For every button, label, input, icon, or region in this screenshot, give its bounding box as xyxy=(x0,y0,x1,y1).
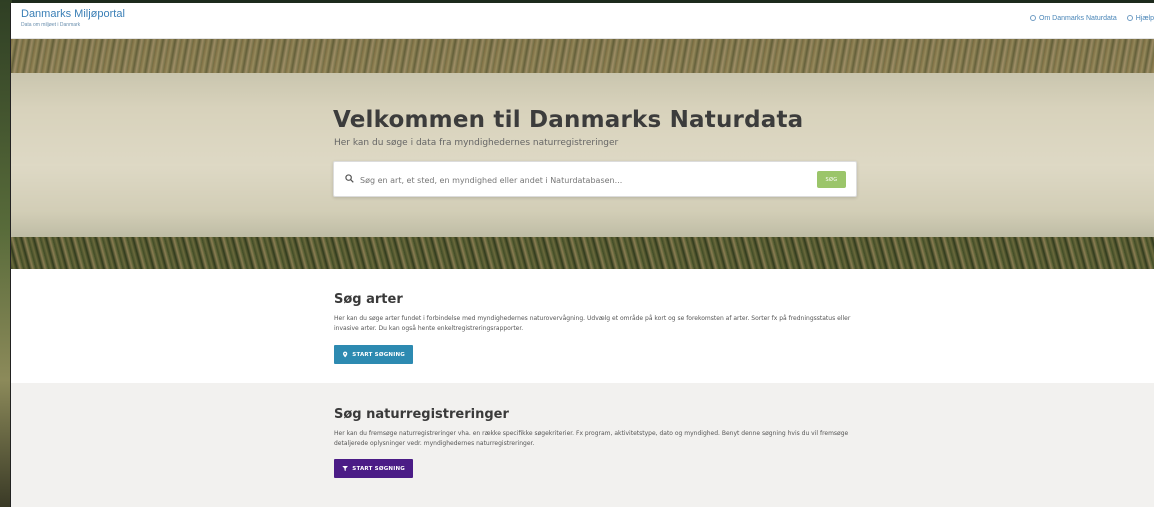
button-label: START SØGNING xyxy=(352,351,405,358)
section-search-species: Søg arter Her kan du søge arter fundet i… xyxy=(11,269,1154,383)
browser-page: Danmarks Miljøportal Data om miljøet i D… xyxy=(10,3,1154,507)
search-input[interactable] xyxy=(360,170,800,190)
nav-about-label: Om Danmarks Naturdata xyxy=(1038,15,1117,22)
nav-about[interactable]: Om Danmarks Naturdata xyxy=(1029,15,1117,22)
section-description: Her kan du søge arter fundet i forbindel… xyxy=(334,315,851,332)
section-title: Søg naturregistreringer xyxy=(334,407,509,422)
help-icon xyxy=(1126,15,1133,21)
site-tagline: Data om miljøet i Danmark xyxy=(21,22,81,28)
start-species-search-button[interactable]: START SØGNING xyxy=(334,345,413,364)
hero-banner: Velkommen til Danmarks Naturdata Her kan… xyxy=(11,39,1154,269)
section-description: Her kan du fremsøge naturregistreringer … xyxy=(334,430,849,447)
site-header: Danmarks Miljøportal Data om miljøet i D… xyxy=(11,3,1154,39)
search-bar: SØG xyxy=(333,161,857,197)
map-pin-icon xyxy=(343,351,348,358)
section-title: Søg arter xyxy=(334,292,403,307)
top-navigation: Om Danmarks Naturdata Hjælp xyxy=(1022,15,1154,22)
nav-help[interactable]: Hjælp xyxy=(1126,15,1154,22)
nav-help-label: Hjælp xyxy=(1135,15,1154,22)
grass-image-bottom xyxy=(11,237,1154,269)
start-registration-search-button[interactable]: START SØGNING xyxy=(334,459,413,478)
page-title: Velkommen til Danmarks Naturdata xyxy=(333,107,804,133)
site-title[interactable]: Danmarks Miljøportal xyxy=(21,8,125,21)
button-label: START SØGNING xyxy=(352,465,405,472)
site-logo[interactable]: Danmarks Miljøportal Data om miljøet i D… xyxy=(21,8,125,29)
page-subtitle: Her kan du søge i data fra myndighederne… xyxy=(334,138,619,148)
search-icon xyxy=(345,174,354,183)
grass-image-top xyxy=(11,39,1154,73)
hero-overlay xyxy=(11,73,1154,237)
section-search-registrations: Søg naturregistreringer Her kan du frems… xyxy=(11,383,1154,507)
search-button[interactable]: SØG xyxy=(817,171,846,188)
filter-icon xyxy=(342,465,348,472)
info-icon xyxy=(1029,15,1036,21)
